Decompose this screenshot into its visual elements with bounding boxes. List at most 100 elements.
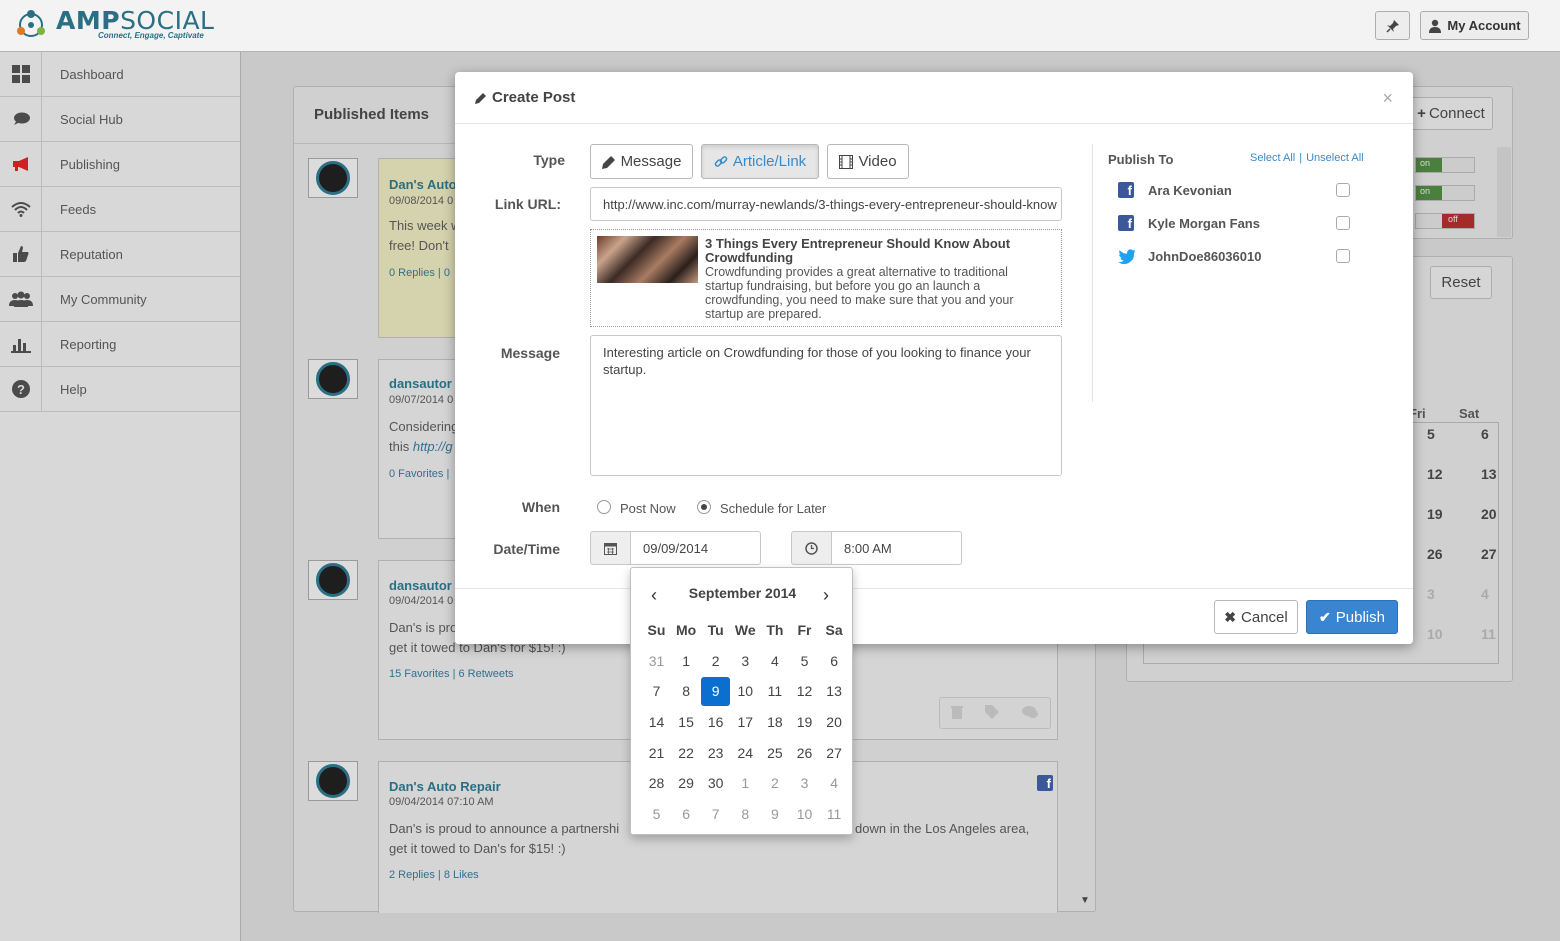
type-video-button[interactable]: Video	[827, 144, 909, 179]
thumbs-up-icon	[0, 232, 42, 276]
svg-text:?: ?	[17, 382, 25, 397]
post-author[interactable]: dansautor	[389, 578, 452, 593]
toggle[interactable]: on	[1415, 157, 1475, 173]
select-all-link[interactable]: Select All	[1250, 152, 1295, 164]
toggle[interactable]: off	[1415, 213, 1475, 229]
calendar-day[interactable]: 10	[731, 677, 760, 706]
calendar-day[interactable]: 19	[790, 707, 819, 736]
schedule-later-radio[interactable]	[697, 500, 711, 514]
calendar-day[interactable]: 31	[642, 646, 671, 675]
post-author[interactable]: Dan's Auto	[389, 177, 457, 192]
connect-button[interactable]: + Connect	[1409, 97, 1493, 130]
post-author[interactable]: Dan's Auto Repair	[389, 779, 501, 794]
month-title[interactable]: September 2014	[631, 585, 854, 601]
user-icon	[1429, 19, 1442, 33]
calendar-day[interactable]: 10	[790, 800, 819, 829]
date-input[interactable]: 09/09/2014	[630, 531, 761, 565]
calendar-day[interactable]: 13	[820, 677, 849, 706]
calendar-day[interactable]: 30	[701, 769, 730, 798]
comments-icon[interactable]	[1021, 705, 1039, 722]
scroll-down-arrow[interactable]: ▼	[1080, 895, 1090, 906]
calendar-day[interactable]: 28	[642, 769, 671, 798]
reset-button[interactable]: Reset	[1430, 266, 1492, 299]
calendar-day[interactable]: 24	[731, 738, 760, 767]
sidebar-item-my-community[interactable]: My Community	[0, 277, 240, 322]
sidebar-item-feeds[interactable]: Feeds	[0, 187, 240, 232]
calendar-day[interactable]: 2	[701, 646, 730, 675]
calendar-day[interactable]: 4	[760, 646, 789, 675]
cancel-button[interactable]: ✖ Cancel	[1214, 600, 1298, 634]
calendar-day[interactable]: 2	[760, 769, 789, 798]
calendar-day[interactable]: 7	[642, 677, 671, 706]
sidebar-item-social-hub[interactable]: Social Hub	[0, 97, 240, 142]
calendar-day[interactable]: 9	[760, 800, 789, 829]
calendar-day[interactable]: 1	[672, 646, 701, 675]
calendar-day[interactable]: 5	[790, 646, 819, 675]
calendar-day[interactable]: 15	[672, 707, 701, 736]
weekday-header: Th	[766, 621, 784, 638]
sidebar-item-reputation[interactable]: Reputation	[0, 232, 240, 277]
preview-title: 3 Things Every Entrepreneur Should Know …	[705, 236, 1011, 265]
vertical-divider	[1092, 144, 1093, 402]
post-now-option[interactable]: Post Now	[597, 498, 676, 516]
my-account-button[interactable]: My Account	[1420, 11, 1529, 40]
calendar-day[interactable]: 14	[642, 707, 671, 736]
calendar-day[interactable]: 3	[731, 646, 760, 675]
account-checkbox[interactable]	[1336, 249, 1350, 263]
calendar-day[interactable]: 22	[672, 738, 701, 767]
users-icon	[0, 277, 42, 321]
sidebar-item-reporting[interactable]: Reporting	[0, 322, 240, 367]
post-stats[interactable]: 15 Favorites | 6 Retweets	[389, 668, 514, 680]
calendar-day[interactable]: 18	[760, 707, 789, 736]
toggle[interactable]: on	[1415, 185, 1475, 201]
post-stats[interactable]: 0 Favorites |	[389, 468, 449, 480]
calendar-day[interactable]: 9	[701, 676, 731, 706]
sidebar-item-dashboard[interactable]: Dashboard	[0, 52, 240, 97]
post-stats[interactable]: 0 Replies | 0	[389, 267, 450, 279]
calendar-day[interactable]: 26	[790, 738, 819, 767]
calendar-day[interactable]: 8	[672, 677, 701, 706]
account-checkbox[interactable]	[1336, 183, 1350, 197]
calendar-day[interactable]: 5	[642, 800, 671, 829]
post-author[interactable]: dansautor	[389, 376, 452, 391]
calendar-day[interactable]: 11	[760, 677, 789, 706]
type-article-link-button[interactable]: Article/Link	[701, 144, 819, 179]
calendar-day[interactable]: 4	[820, 769, 849, 798]
calendar-day[interactable]: 1	[731, 769, 760, 798]
calendar-day[interactable]: 21	[642, 738, 671, 767]
calendar-day[interactable]: 17	[731, 707, 760, 736]
calendar-day[interactable]: 8	[731, 800, 760, 829]
message-textarea[interactable]: Interesting article on Crowdfunding for …	[590, 335, 1062, 476]
next-month-arrow[interactable]: ›	[823, 585, 829, 606]
calendar-day[interactable]: 6	[820, 646, 849, 675]
scrollbar[interactable]	[1497, 147, 1511, 237]
calendar-day[interactable]: 3	[790, 769, 819, 798]
sidebar-item-help[interactable]: ? Help	[0, 367, 240, 412]
calendar-day[interactable]: 7	[701, 800, 730, 829]
type-message-button[interactable]: Message	[590, 144, 693, 179]
close-icon[interactable]: ×	[1382, 88, 1393, 109]
clock-icon[interactable]	[791, 531, 832, 565]
calendar-day[interactable]: 6	[672, 800, 701, 829]
schedule-later-option[interactable]: Schedule for Later	[697, 498, 826, 516]
tag-icon[interactable]	[985, 704, 999, 722]
calendar-day[interactable]: 23	[701, 738, 730, 767]
trash-icon[interactable]	[951, 705, 963, 722]
calendar-day[interactable]: 20	[820, 707, 849, 736]
post-now-radio[interactable]	[597, 500, 611, 514]
time-input[interactable]: 8:00 AM	[831, 531, 962, 565]
calendar-day[interactable]: 25	[760, 738, 789, 767]
unselect-all-link[interactable]: Unselect All	[1306, 152, 1363, 164]
link-url-input[interactable]: http://www.inc.com/murray-newlands/3-thi…	[590, 187, 1062, 221]
calendar-day[interactable]: 16	[701, 707, 730, 736]
calendar-day[interactable]: 12	[790, 677, 819, 706]
pin-button[interactable]	[1375, 11, 1410, 40]
calendar-day[interactable]: 29	[672, 769, 701, 798]
calendar-day[interactable]: 11	[820, 800, 849, 829]
account-checkbox[interactable]	[1336, 216, 1350, 230]
sidebar-item-publishing[interactable]: Publishing	[0, 142, 240, 187]
calendar-icon[interactable]	[590, 531, 631, 565]
publish-button[interactable]: ✔ Publish	[1306, 600, 1398, 634]
post-stats[interactable]: 2 Replies | 8 Likes	[389, 869, 479, 881]
calendar-day[interactable]: 27	[820, 738, 849, 767]
